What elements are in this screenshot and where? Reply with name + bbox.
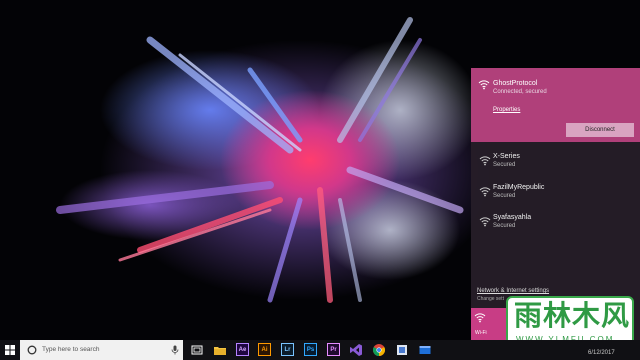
connected-network-status: Connected, secured (493, 89, 547, 95)
wifi-tile-label: Wi-Fi (475, 330, 487, 336)
windows-logo-icon (5, 345, 15, 355)
taskbar-search-box[interactable]: Type here to search (20, 340, 183, 360)
file-explorer-icon[interactable] (213, 343, 227, 357)
network-item-fazilmyrepublic[interactable]: FazilMyRepublic Secured (471, 180, 640, 210)
cortana-icon (27, 345, 37, 355)
chrome-icon[interactable] (372, 343, 386, 357)
taskbar: Type here to search Ae Ai Lr Ps Pr 6/12/… (0, 340, 640, 360)
visual-studio-icon[interactable] (349, 343, 363, 357)
connected-network-name: GhostProtocol (493, 80, 538, 87)
watermark-text: 雨林木风 (514, 300, 631, 331)
network-item-syafasyahla[interactable]: Syafasyahla Secured (471, 210, 640, 240)
premiere-icon[interactable]: Pr (327, 343, 340, 356)
wifi-secured-icon (479, 154, 491, 166)
wifi-secured-icon (479, 215, 491, 227)
photoshop-icon[interactable]: Ps (304, 343, 317, 356)
wifi-secured-icon (479, 185, 491, 197)
app-icon[interactable] (395, 343, 409, 357)
properties-link[interactable]: Properties (493, 106, 520, 114)
network-settings-link[interactable]: Network & Internet settings (477, 287, 549, 295)
wifi-secured-icon (478, 78, 490, 90)
illustrator-icon[interactable]: Ai (258, 343, 271, 356)
network-item-x-series[interactable]: X-Series Secured (471, 149, 640, 179)
start-button[interactable] (0, 340, 20, 360)
network-status: Secured (493, 162, 516, 168)
microphone-icon[interactable] (171, 345, 179, 355)
wifi-icon (474, 311, 486, 323)
disconnect-button[interactable]: Disconnect (566, 123, 634, 137)
wifi-toggle-tile[interactable]: Wi-Fi (471, 308, 507, 340)
network-name: Syafasyahla (493, 214, 532, 221)
search-placeholder: Type here to search (42, 346, 100, 353)
network-status: Secured (493, 193, 516, 199)
taskbar-clock[interactable]: 6/12/2017 (588, 350, 615, 356)
network-name: FazilMyRepublic (493, 184, 545, 191)
network-settings-subtitle: Change sett (477, 296, 504, 302)
lightroom-icon[interactable]: Lr (281, 343, 294, 356)
window-app-icon[interactable] (418, 343, 432, 357)
connected-network-panel[interactable]: GhostProtocol Connected, secured Propert… (471, 68, 640, 142)
network-name: X-Series (493, 153, 520, 160)
task-view-icon[interactable] (190, 343, 204, 357)
after-effects-icon[interactable]: Ae (236, 343, 249, 356)
network-status: Secured (493, 223, 516, 229)
